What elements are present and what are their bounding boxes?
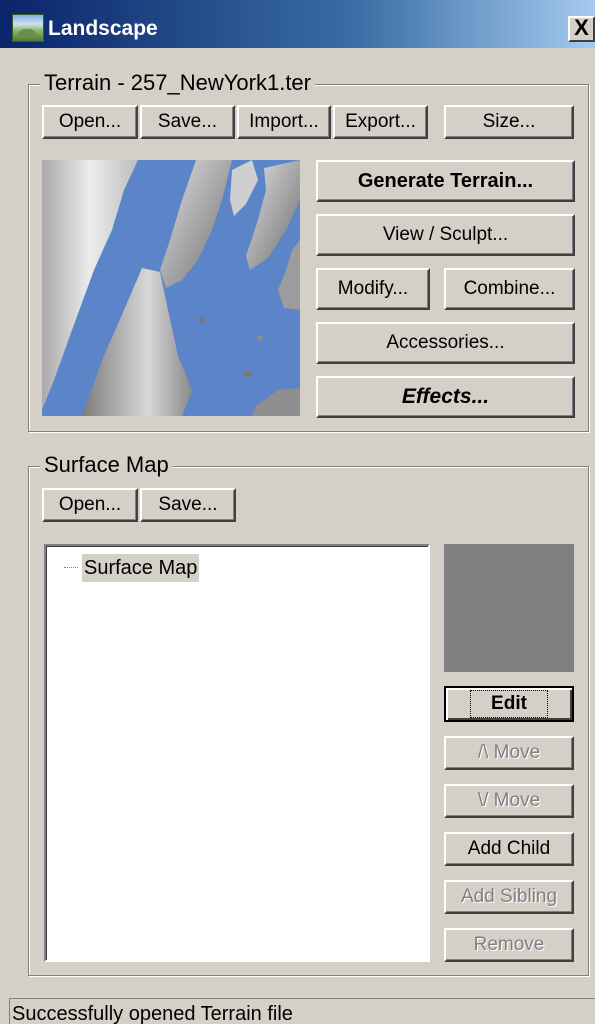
tree-item-surface-map[interactable]: Surface Map bbox=[82, 554, 200, 582]
terrain-group-label: Terrain - 257_NewYork1.ter bbox=[40, 70, 315, 96]
terrain-open-label: Open... bbox=[58, 111, 122, 132]
generate-terrain-button[interactable]: Generate Terrain... bbox=[316, 160, 575, 202]
modify-label: Modify... bbox=[337, 278, 409, 299]
add-sibling-label: Add Sibling bbox=[460, 886, 558, 907]
add-sibling-button[interactable]: Add Sibling bbox=[444, 880, 574, 914]
terrain-preview-svg bbox=[42, 160, 300, 416]
terrain-save-button[interactable]: Save... bbox=[140, 105, 235, 139]
status-text: Successfully opened Terrain file bbox=[12, 1003, 293, 1024]
edit-button[interactable]: Edit bbox=[444, 686, 574, 722]
surface-save-label: Save... bbox=[158, 494, 218, 515]
move-up-label: /\ Move bbox=[477, 742, 541, 763]
combine-label: Combine... bbox=[463, 278, 556, 299]
edit-label: Edit bbox=[470, 690, 548, 718]
surface-map-tree[interactable]: Surface Map bbox=[44, 544, 430, 962]
terrain-preview-image bbox=[42, 160, 300, 416]
accessories-button[interactable]: Accessories... bbox=[316, 322, 575, 364]
combine-button[interactable]: Combine... bbox=[444, 268, 575, 310]
move-down-label: \/ Move bbox=[477, 790, 541, 811]
landscape-app-icon bbox=[12, 14, 44, 42]
effects-label: Effects... bbox=[401, 385, 490, 408]
status-bar: Successfully opened Terrain file bbox=[9, 998, 595, 1024]
view-sculpt-button[interactable]: View / Sculpt... bbox=[316, 214, 575, 256]
terrain-import-button[interactable]: Import... bbox=[237, 105, 331, 139]
accessories-label: Accessories... bbox=[386, 332, 505, 353]
window-title: Landscape bbox=[48, 17, 158, 40]
title-bar[interactable]: Landscape bbox=[0, 0, 595, 48]
move-up-button[interactable]: /\ Move bbox=[444, 736, 574, 770]
terrain-open-button[interactable]: Open... bbox=[42, 105, 138, 139]
terrain-export-label: Export... bbox=[345, 111, 416, 132]
terrain-size-button[interactable]: Size... bbox=[444, 105, 574, 139]
close-button[interactable]: X bbox=[568, 16, 595, 42]
move-down-button[interactable]: \/ Move bbox=[444, 784, 574, 818]
remove-button[interactable]: Remove bbox=[444, 928, 574, 962]
surface-open-button[interactable]: Open... bbox=[42, 488, 138, 522]
terrain-export-button[interactable]: Export... bbox=[333, 105, 428, 139]
surface-map-group-label: Surface Map bbox=[40, 452, 173, 478]
modify-button[interactable]: Modify... bbox=[316, 268, 430, 310]
generate-terrain-label: Generate Terrain... bbox=[357, 169, 534, 192]
surface-save-button[interactable]: Save... bbox=[140, 488, 236, 522]
add-child-label: Add Child bbox=[467, 838, 551, 859]
effects-button[interactable]: Effects... bbox=[316, 376, 575, 418]
tree-connector-line bbox=[64, 567, 78, 568]
add-child-button[interactable]: Add Child bbox=[444, 832, 574, 866]
remove-label: Remove bbox=[473, 934, 545, 955]
terrain-save-label: Save... bbox=[157, 111, 218, 132]
terrain-import-label: Import... bbox=[249, 111, 319, 132]
terrain-size-label: Size... bbox=[482, 111, 536, 132]
surface-open-label: Open... bbox=[58, 494, 122, 515]
surface-preview-swatch bbox=[444, 544, 574, 672]
view-sculpt-label: View / Sculpt... bbox=[382, 224, 509, 245]
